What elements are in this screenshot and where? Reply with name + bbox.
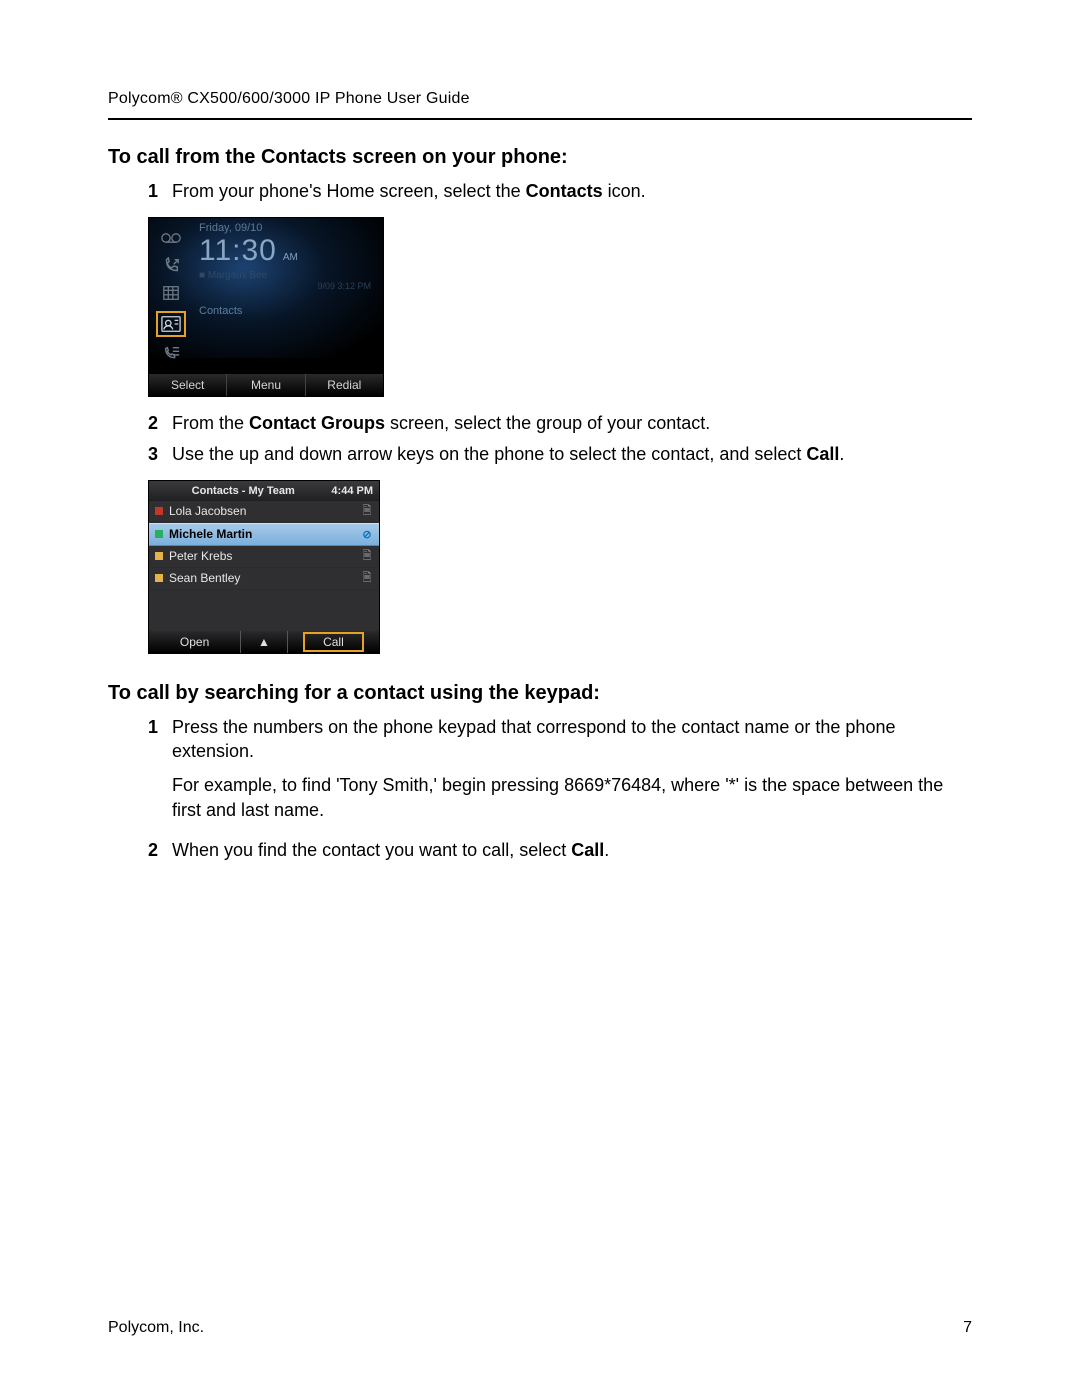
contact-name: Sean Bentley (169, 571, 361, 585)
presence-away-icon (155, 574, 163, 582)
section-heading-contacts: To call from the Contacts screen on your… (108, 146, 972, 169)
step-number: 1 (148, 715, 172, 739)
page-number: 7 (963, 1319, 972, 1337)
doc-title-suffix: CX500/600/3000 IP Phone User Guide (183, 90, 470, 107)
contact-row[interactable]: Lola Jacobsen🗎 (149, 501, 379, 523)
page-footer: Polycom, Inc. 7 (108, 1319, 972, 1337)
step-number: 1 (148, 179, 172, 203)
note-icon: 🗎 (361, 550, 373, 562)
phone-contacts-screenshot: Contacts - My Team 4:44 PM Lola Jacobsen… (148, 480, 380, 654)
presence-away-icon (155, 552, 163, 560)
softkey-call[interactable]: Call (288, 631, 379, 653)
softkey-up-arrow[interactable]: ▲ (240, 631, 288, 653)
calendar-icon[interactable] (160, 283, 182, 303)
step-number: 3 (148, 442, 172, 466)
registered-symbol: ® (171, 90, 183, 107)
page-content: Polycom® CX500/600/3000 IP Phone User Gu… (108, 90, 972, 1317)
step-text: From the Contact Groups screen, select t… (172, 411, 972, 435)
contact-row[interactable]: Michele Martin⊘ (149, 523, 379, 546)
contact-name: Michele Martin (169, 527, 361, 541)
softkey-redial[interactable]: Redial (305, 374, 383, 396)
phone-home-screenshot: Friday, 09/10 11:30 AM ■ Margaux Bee 9/0… (148, 217, 384, 397)
step-item: 2 From the Contact Groups screen, select… (148, 411, 972, 435)
steps-list-a-cont: 2 From the Contact Groups screen, select… (108, 411, 972, 466)
home-ampm: AM (283, 252, 298, 263)
presence-busy-icon (155, 507, 163, 515)
call-log-icon[interactable] (160, 256, 182, 276)
note-icon: 🗎 (361, 572, 373, 584)
steps-list-b: 1 Press the numbers on the phone keypad … (108, 715, 972, 862)
header-rule (108, 118, 972, 120)
softkey-menu[interactable]: Menu (226, 374, 304, 396)
running-header: Polycom® CX500/600/3000 IP Phone User Gu… (108, 90, 972, 108)
step-text: Use the up and down arrow keys on the ph… (172, 442, 972, 466)
step-item: 1 From your phone's Home screen, select … (148, 179, 972, 203)
contacts-list: Lola Jacobsen🗎Michele Martin⊘Peter Krebs… (149, 501, 379, 590)
brand-name: Polycom (108, 90, 171, 107)
step-item: 1 Press the numbers on the phone keypad … (148, 715, 972, 832)
home-main-area: Friday, 09/10 11:30 AM ■ Margaux Bee 9/0… (193, 218, 383, 374)
presence-avail-icon (155, 530, 163, 538)
step-text: Press the numbers on the phone keypad th… (172, 715, 972, 832)
settings-list-icon[interactable] (160, 344, 182, 364)
page: Polycom® CX500/600/3000 IP Phone User Gu… (0, 0, 1080, 1397)
footer-company: Polycom, Inc. (108, 1319, 204, 1337)
home-clock: 11:30 AM (199, 234, 377, 268)
step-text: When you find the contact you want to ca… (172, 838, 972, 862)
home-sidebar (149, 218, 193, 374)
steps-list-a: 1 From your phone's Home screen, select … (108, 179, 972, 203)
home-subline-name: ■ Margaux Bee (199, 270, 377, 281)
contact-name: Peter Krebs (169, 549, 361, 563)
softkey-open[interactable]: Open (149, 631, 240, 653)
step-number: 2 (148, 838, 172, 862)
step-text: From your phone's Home screen, select th… (172, 179, 972, 203)
contacts-time: 4:44 PM (331, 485, 373, 497)
contacts-softkey-bar: Open ▲ Call (149, 631, 379, 653)
note-icon: 🗎 (361, 505, 373, 517)
selected-tile-label: Contacts (199, 305, 377, 317)
contacts-header: Contacts - My Team 4:44 PM (149, 481, 379, 501)
home-subline-time: 9/09 3:12 PM (199, 281, 377, 291)
contact-name: Lola Jacobsen (169, 504, 361, 518)
section-heading-keypad: To call by searching for a contact using… (108, 682, 972, 705)
contact-row[interactable]: Sean Bentley🗎 (149, 568, 379, 590)
voicemail-icon[interactable] (160, 228, 182, 248)
contact-row[interactable]: Peter Krebs🗎 (149, 546, 379, 568)
contacts-icon[interactable] (156, 311, 186, 337)
home-date: Friday, 09/10 (199, 222, 377, 234)
blocked-icon: ⊘ (361, 528, 373, 540)
softkey-select[interactable]: Select (149, 374, 226, 396)
home-softkey-bar: Select Menu Redial (149, 374, 383, 396)
step-item: 2 When you find the contact you want to … (148, 838, 972, 862)
home-time: 11:30 (199, 234, 277, 268)
softkey-call-highlight: Call (303, 632, 364, 652)
contacts-title: Contacts - My Team (155, 485, 331, 497)
step-number: 2 (148, 411, 172, 435)
step-item: 3 Use the up and down arrow keys on the … (148, 442, 972, 466)
